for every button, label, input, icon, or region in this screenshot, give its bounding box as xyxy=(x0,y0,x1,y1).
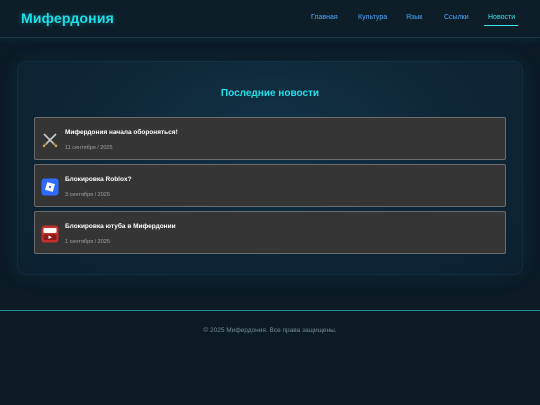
roblox-logo-icon xyxy=(41,178,59,196)
news-card[interactable]: Мифердония начала обороняться! 11 сентяб… xyxy=(34,117,506,160)
nav-link-culture[interactable]: Культура xyxy=(358,14,387,21)
crossed-swords-icon xyxy=(41,131,59,149)
youtube-logo-icon xyxy=(41,225,59,243)
news-title: Блокировка ютуба в Мифердонии xyxy=(65,223,176,230)
nav-link-news[interactable]: Новости xyxy=(488,14,515,21)
nav-link-home[interactable]: Главная xyxy=(311,14,338,21)
footer-copyright: © 2025 Мифердония. Все права защищены. xyxy=(203,327,337,334)
nav-link-links[interactable]: Ссылки xyxy=(444,14,469,21)
site-header: Мифердония Главная Культура Язык Ссылки … xyxy=(0,0,540,38)
news-date: 11 сентября / 2025 xyxy=(65,145,113,151)
nav-link-language[interactable]: Язык xyxy=(406,14,422,21)
site-logo[interactable]: Мифердония xyxy=(21,10,114,26)
news-title: Блокировка Roblox? xyxy=(65,176,132,183)
news-card[interactable]: Блокировка ютуба в Мифердонии 1 сентября… xyxy=(34,211,506,254)
news-date: 3 сентября / 2025 xyxy=(65,192,110,198)
news-section-title: Последние новости xyxy=(220,88,320,99)
news-title: Мифердония начала обороняться! xyxy=(65,129,178,136)
active-nav-underline xyxy=(484,25,518,26)
news-card[interactable]: Блокировка Roblox? 3 сентября / 2025 xyxy=(34,164,506,207)
news-date: 1 сентября / 2025 xyxy=(65,239,110,245)
footer-divider xyxy=(0,310,540,311)
